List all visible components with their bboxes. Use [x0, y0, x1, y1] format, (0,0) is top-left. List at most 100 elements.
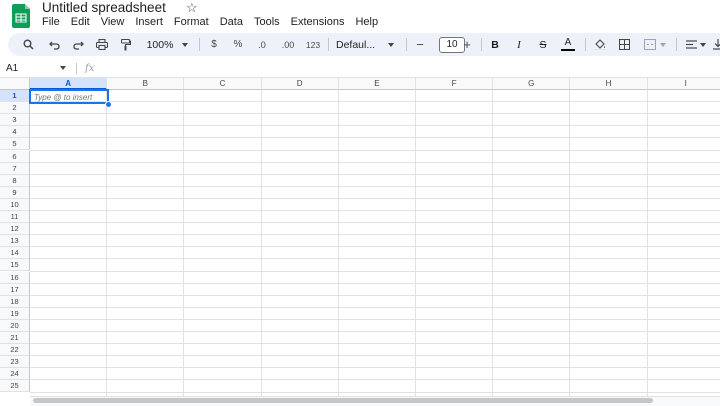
increase-font-size-button[interactable]: + — [460, 33, 474, 56]
toolbar-divider — [676, 38, 677, 51]
row-header[interactable]: 8 — [0, 174, 30, 187]
menu-insert[interactable]: Insert — [135, 15, 163, 29]
select-all-corner[interactable] — [0, 78, 30, 90]
row-header[interactable]: 6 — [0, 150, 30, 163]
row-header[interactable]: 15 — [0, 259, 30, 272]
decrease-decimal-label: .0 — [258, 39, 266, 50]
zoom-dropdown-icon[interactable] — [180, 33, 190, 56]
toolbar: 100% $ % .0 .00 123 Defaul... − 10 + B I… — [8, 33, 720, 56]
menu-tools[interactable]: Tools — [254, 15, 280, 29]
row-header[interactable]: 14 — [0, 247, 30, 260]
fill-color-icon[interactable] — [592, 33, 608, 56]
merge-cells-icon[interactable] — [642, 33, 658, 56]
toolbar-divider — [406, 38, 407, 51]
spreadsheet-grid[interactable]: A B C D E F G H I 1 2 3 4 5 6 7 8 9 10 11 12 13 14 15 16 17 18 19 20… — [0, 78, 720, 396]
sheets-logo-icon[interactable] — [10, 4, 32, 28]
row-header[interactable]: 3 — [0, 114, 30, 127]
row-gridline — [30, 294, 720, 296]
menu-extensions[interactable]: Extensions — [291, 15, 345, 29]
increase-decimal-button[interactable]: .00 — [278, 33, 298, 56]
row-gridline — [30, 197, 720, 199]
currency-format-button[interactable]: $ — [207, 33, 221, 56]
column-header[interactable]: B — [107, 78, 185, 90]
row-header[interactable]: 24 — [0, 368, 30, 381]
row-gridline — [30, 161, 720, 163]
column-gridline — [260, 90, 262, 396]
row-header[interactable]: 2 — [0, 102, 30, 115]
row-header[interactable]: 19 — [0, 307, 30, 320]
name-box-dropdown-icon[interactable] — [60, 66, 66, 70]
row-header[interactable]: 16 — [0, 271, 30, 284]
row-header[interactable]: 25 — [0, 380, 30, 393]
column-gridline — [106, 90, 108, 396]
row-gridline — [30, 101, 720, 103]
zoom-select[interactable]: 100% — [142, 33, 178, 56]
row-gridline — [30, 137, 720, 139]
name-box[interactable]: A1 — [6, 61, 18, 76]
column-header[interactable]: I — [647, 78, 720, 90]
fill-handle[interactable] — [105, 101, 112, 108]
column-header[interactable]: G — [493, 78, 571, 90]
row-header[interactable]: 18 — [0, 295, 30, 308]
column-header[interactable]: E — [338, 78, 416, 90]
row-header[interactable]: 1 — [0, 90, 30, 103]
column-gridline — [183, 90, 185, 396]
redo-icon[interactable] — [70, 33, 86, 56]
text-color-swatch — [561, 49, 575, 51]
row-header[interactable]: 5 — [0, 138, 30, 151]
toolbar-divider — [328, 38, 329, 51]
bold-button[interactable]: B — [488, 33, 502, 56]
decrease-decimal-button[interactable]: .0 — [253, 33, 271, 56]
menu-data[interactable]: Data — [220, 15, 243, 29]
strikethrough-button[interactable]: S — [536, 33, 550, 56]
text-color-button[interactable]: A — [559, 33, 577, 56]
horizontal-align-icon[interactable] — [684, 33, 698, 56]
row-header[interactable]: 12 — [0, 223, 30, 236]
row-header[interactable]: 23 — [0, 356, 30, 369]
row-gridline — [30, 306, 720, 308]
column-gridline — [415, 90, 416, 396]
column-header[interactable]: H — [570, 78, 648, 90]
borders-icon[interactable] — [616, 33, 632, 56]
print-icon[interactable] — [94, 33, 110, 56]
more-formats-button[interactable]: 123 — [304, 33, 322, 56]
row-header[interactable]: 11 — [0, 211, 30, 224]
menu-file[interactable]: File — [42, 15, 60, 29]
document-title[interactable]: Untitled spreadsheet — [42, 0, 166, 16]
horizontal-scrollbar-thumb[interactable] — [33, 398, 653, 403]
row-header[interactable]: 4 — [0, 126, 30, 139]
paint-format-icon[interactable] — [118, 33, 134, 56]
decrease-font-size-button[interactable]: − — [413, 33, 427, 56]
row-header[interactable]: 13 — [0, 235, 30, 248]
column-header[interactable]: F — [416, 78, 494, 90]
align-dropdown-icon[interactable] — [699, 33, 707, 56]
merge-dropdown-icon[interactable] — [659, 33, 667, 56]
menu-help[interactable]: Help — [355, 15, 378, 29]
column-header[interactable]: C — [184, 78, 262, 90]
increase-decimal-label: .00 — [281, 39, 295, 50]
font-dropdown-icon[interactable] — [386, 33, 396, 56]
row-gridline — [30, 246, 720, 248]
percent-format-button[interactable]: % — [231, 33, 245, 56]
row-header[interactable]: 20 — [0, 319, 30, 332]
menu-format[interactable]: Format — [174, 15, 209, 29]
row-header[interactable]: 7 — [0, 162, 30, 175]
menu-edit[interactable]: Edit — [71, 15, 90, 29]
row-gridline — [30, 222, 720, 224]
row-header[interactable]: 22 — [0, 344, 30, 357]
italic-button[interactable]: I — [512, 33, 526, 56]
font-family-select[interactable]: Defaul... — [336, 33, 386, 56]
row-header[interactable]: 10 — [0, 198, 30, 211]
row-header[interactable]: 9 — [0, 186, 30, 199]
undo-icon[interactable] — [46, 33, 62, 56]
menu-view[interactable]: View — [101, 15, 125, 29]
row-header[interactable]: 17 — [0, 283, 30, 296]
column-header[interactable]: D — [261, 78, 339, 90]
row-header[interactable]: 21 — [0, 332, 30, 345]
star-icon[interactable]: ☆ — [186, 1, 198, 15]
search-icon[interactable] — [20, 33, 36, 56]
row-gridline — [30, 113, 720, 115]
text-color-label: A — [564, 37, 572, 48]
vertical-align-icon[interactable] — [711, 33, 720, 56]
row-gridline — [30, 185, 720, 187]
